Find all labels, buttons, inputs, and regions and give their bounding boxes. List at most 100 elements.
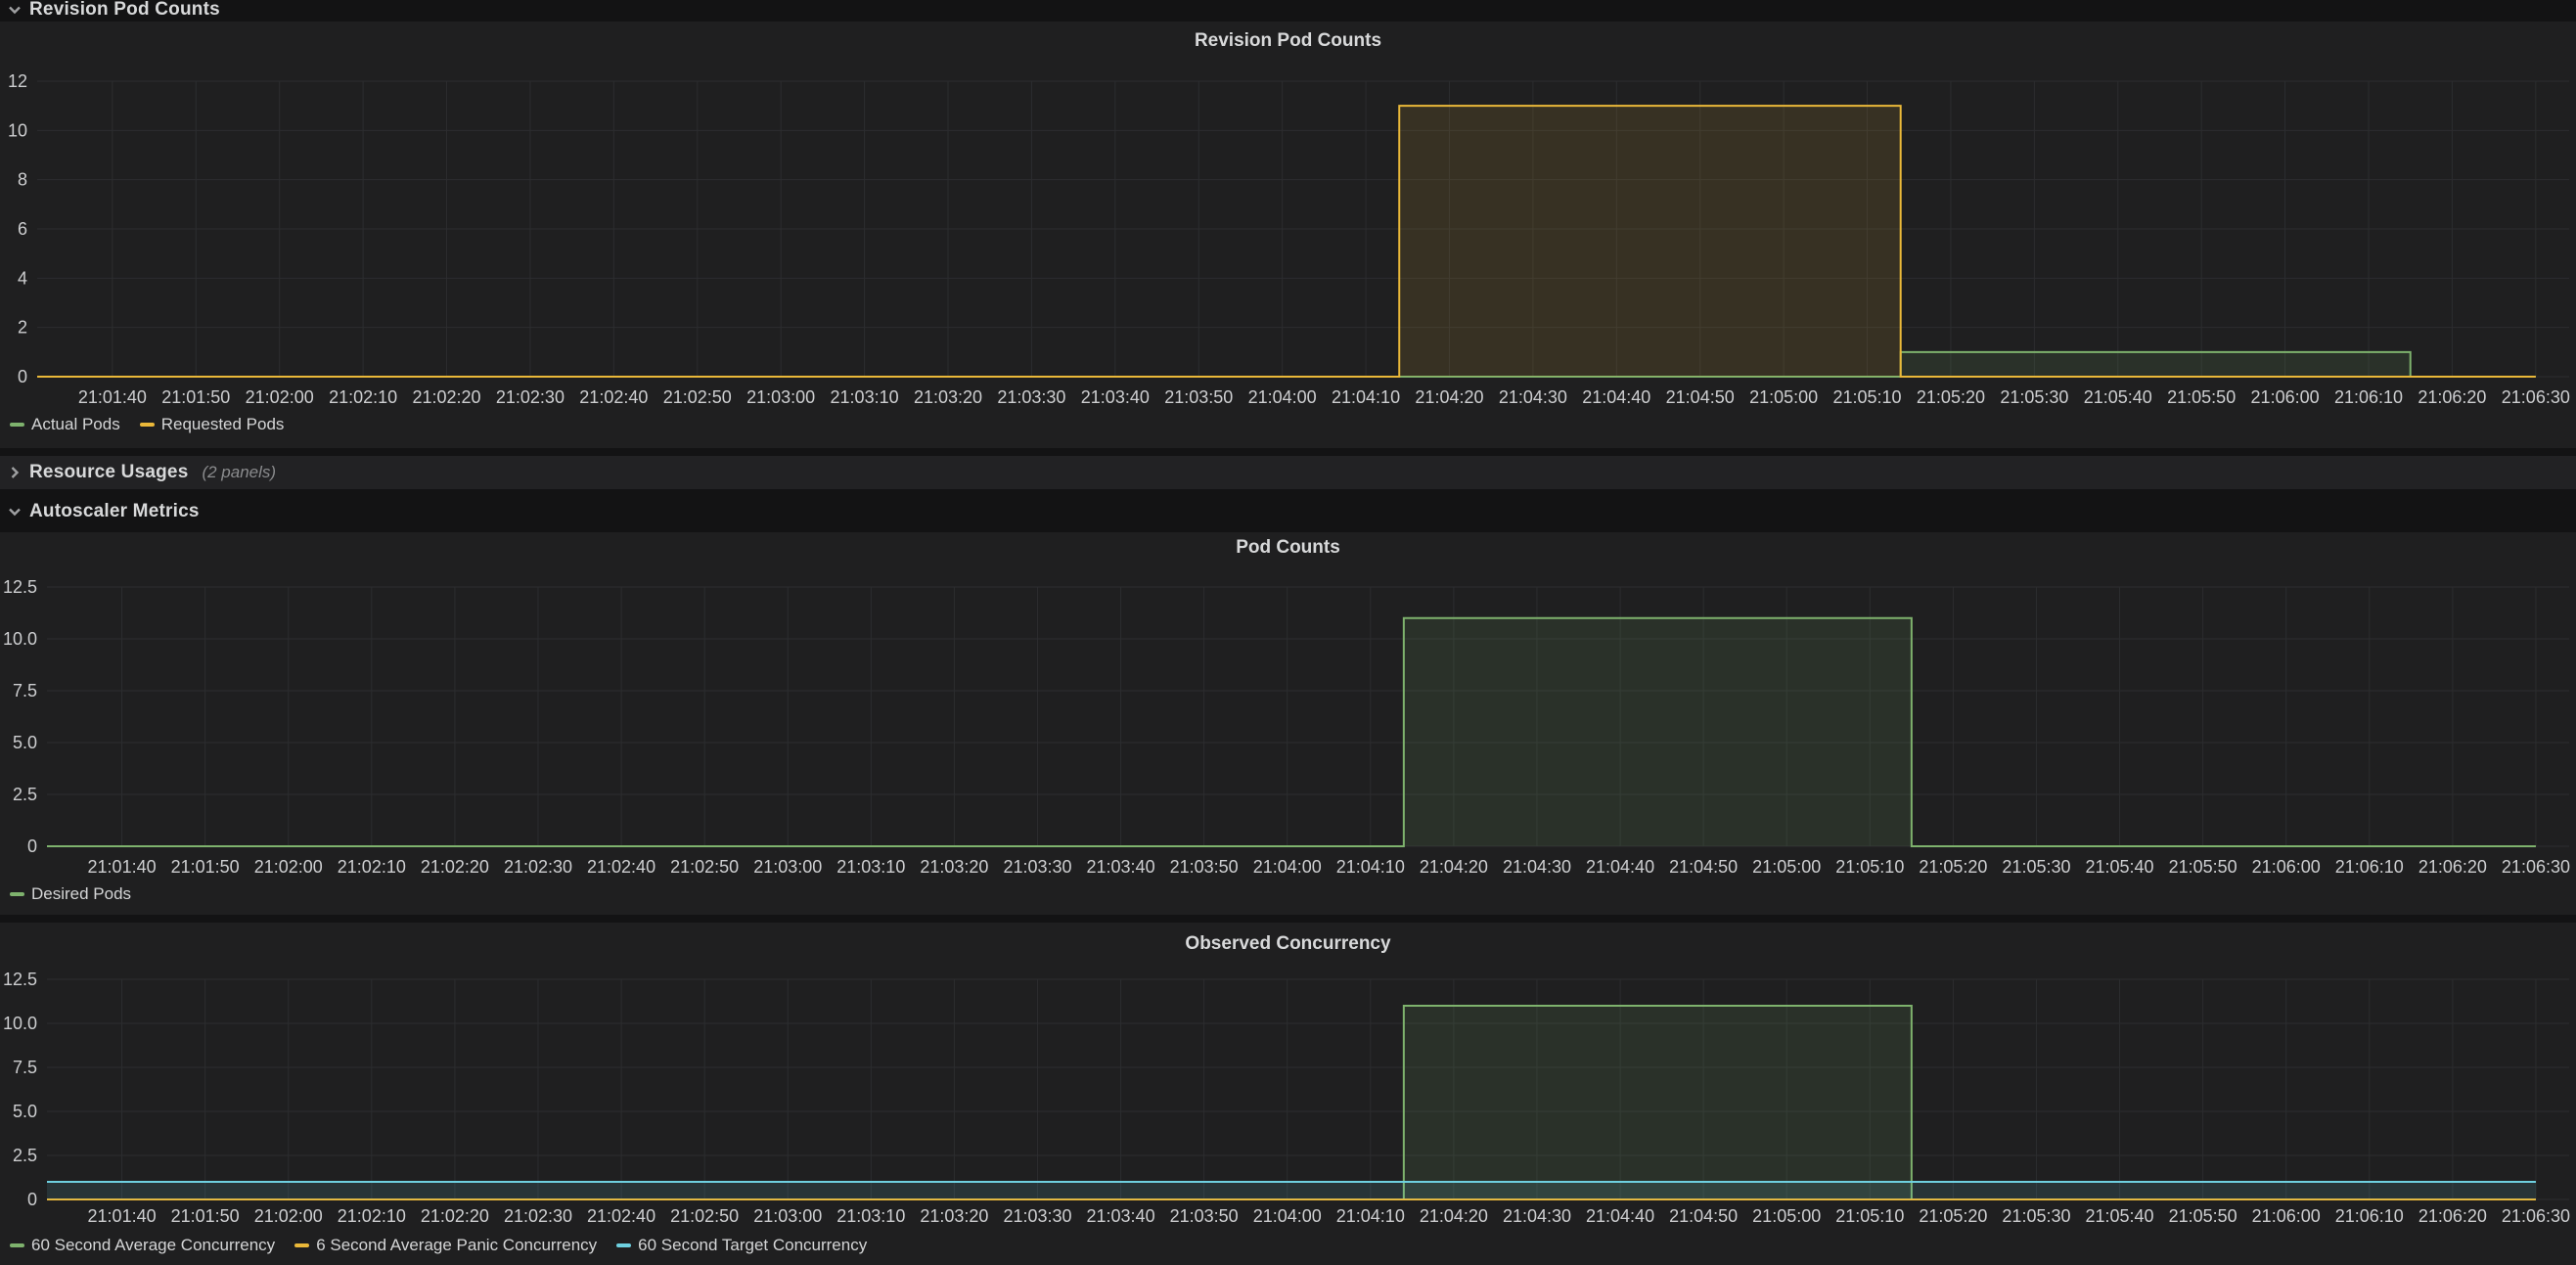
y-tick-label: 4 (18, 268, 27, 288)
x-tick-label: 21:01:40 (88, 857, 157, 877)
series-fill (47, 618, 2536, 846)
section-header-resource-usages[interactable]: Resource Usages (2 panels) (0, 456, 2576, 489)
x-tick-label: 21:04:50 (1669, 1206, 1738, 1226)
legend-label: 60 Second Target Concurrency (638, 1236, 867, 1255)
x-tick-label: 21:01:50 (171, 857, 240, 877)
x-tick-label: 21:06:00 (2252, 857, 2321, 877)
x-tick-label: 21:04:40 (1582, 387, 1650, 407)
x-tick-label: 21:06:00 (2252, 1206, 2321, 1226)
section-label: Resource Usages (29, 462, 188, 483)
pod-counts-plot[interactable]: 02.55.07.510.012.521:01:4021:01:5021:02:… (0, 532, 2576, 915)
grid (47, 587, 2569, 846)
x-tick-label: 21:04:30 (1499, 387, 1567, 407)
x-tick-label: 21:04:20 (1420, 857, 1488, 877)
section-panel-count: (2 panels) (202, 463, 276, 482)
panel-revision-pod-counts: Revision Pod Counts 02468101221:01:4021:… (0, 22, 2576, 448)
y-tick-label: 2.5 (13, 785, 37, 804)
x-tick-label: 21:02:00 (254, 857, 323, 877)
legend-swatch (10, 423, 24, 427)
x-tick-label: 21:04:30 (1503, 857, 1571, 877)
x-tick-label: 21:03:40 (1081, 387, 1150, 407)
y-tick-label: 5.0 (13, 733, 37, 752)
chevron-right-icon (0, 465, 29, 480)
x-tick-label: 21:06:10 (2335, 857, 2404, 877)
observed-concurrency-legend: 60 Second Average Concurrency 6 Second Av… (10, 1236, 867, 1255)
legend-item[interactable]: 60 Second Average Concurrency (10, 1236, 275, 1255)
x-tick-label: 21:05:00 (1752, 857, 1821, 877)
x-tick-label: 21:02:50 (670, 1206, 739, 1226)
legend-item[interactable]: 60 Second Target Concurrency (616, 1236, 867, 1255)
x-tick-label: 21:05:20 (1919, 1206, 1987, 1226)
x-tick-label: 21:06:20 (2418, 1206, 2487, 1226)
x-tick-label: 21:02:40 (579, 387, 648, 407)
x-tick-label: 21:02:50 (670, 857, 739, 877)
x-axis-labels: 21:01:4021:01:5021:02:0021:02:1021:02:20… (88, 1206, 2570, 1226)
x-axis-labels: 21:01:4021:01:5021:02:0021:02:1021:02:20… (88, 857, 2570, 877)
x-tick-label: 21:02:10 (338, 857, 406, 877)
x-tick-label: 21:03:00 (753, 857, 822, 877)
x-tick-label: 21:02:30 (504, 1206, 572, 1226)
x-tick-label: 21:04:50 (1669, 857, 1738, 877)
x-tick-label: 21:03:30 (1003, 857, 1071, 877)
legend-item[interactable]: Actual Pods (10, 415, 120, 434)
y-tick-label: 8 (18, 170, 27, 190)
x-tick-label: 21:03:50 (1170, 1206, 1239, 1226)
x-tick-label: 21:05:50 (2169, 857, 2237, 877)
y-tick-label: 6 (18, 219, 27, 239)
x-tick-label: 21:06:30 (2502, 387, 2570, 407)
x-tick-label: 21:02:00 (246, 387, 314, 407)
series-fill (47, 1182, 2536, 1199)
x-tick-label: 21:05:20 (1917, 387, 1985, 407)
legend-swatch (140, 423, 155, 427)
revision-pod-counts-plot[interactable]: 02468101221:01:4021:01:5021:02:0021:02:1… (0, 22, 2576, 448)
x-tick-label: 21:03:20 (920, 1206, 988, 1226)
x-tick-label: 21:03:30 (1003, 1206, 1071, 1226)
observed-concurrency-plot[interactable]: 02.55.07.510.012.521:01:4021:01:5021:02:… (0, 923, 2576, 1265)
x-tick-label: 21:04:40 (1586, 857, 1654, 877)
x-tick-label: 21:05:50 (2169, 1206, 2237, 1226)
x-tick-label: 21:02:40 (587, 857, 655, 877)
x-tick-label: 21:05:30 (2000, 387, 2068, 407)
y-tick-label: 2.5 (13, 1146, 37, 1165)
x-tick-label: 21:02:30 (496, 387, 565, 407)
x-tick-label: 21:02:20 (421, 1206, 489, 1226)
series-fill (47, 1006, 2536, 1199)
y-tick-label: 5.0 (13, 1102, 37, 1121)
section-header-autoscaler-metrics[interactable]: Autoscaler Metrics (0, 495, 2576, 528)
x-tick-label: 21:05:50 (2167, 387, 2236, 407)
x-tick-label: 21:04:30 (1503, 1206, 1571, 1226)
series-line (37, 106, 2536, 377)
series-fill (37, 106, 2536, 377)
legend-label: Desired Pods (31, 884, 131, 904)
grid (47, 979, 2569, 1199)
x-tick-label: 21:06:10 (2335, 1206, 2404, 1226)
x-tick-label: 21:01:50 (171, 1206, 240, 1226)
y-tick-label: 12.5 (3, 577, 37, 597)
x-tick-label: 21:03:20 (920, 857, 988, 877)
x-tick-label: 21:03:40 (1087, 857, 1155, 877)
x-tick-label: 21:05:00 (1749, 387, 1818, 407)
x-tick-label: 21:03:50 (1164, 387, 1233, 407)
x-tick-label: 21:05:40 (2086, 1206, 2154, 1226)
legend-item[interactable]: 6 Second Average Panic Concurrency (294, 1236, 597, 1255)
legend-item[interactable]: Desired Pods (10, 884, 131, 904)
x-tick-label: 21:02:30 (504, 857, 572, 877)
x-tick-label: 21:03:40 (1087, 1206, 1155, 1226)
x-tick-label: 21:04:00 (1253, 1206, 1322, 1226)
legend-swatch (10, 1243, 24, 1247)
section-label: Autoscaler Metrics (29, 501, 200, 522)
x-tick-label: 21:03:10 (836, 1206, 905, 1226)
x-tick-label: 21:06:30 (2502, 1206, 2570, 1226)
legend-item[interactable]: Requested Pods (140, 415, 285, 434)
pod-counts-legend: Desired Pods (10, 884, 131, 904)
x-tick-label: 21:06:20 (2418, 857, 2487, 877)
y-tick-label: 7.5 (13, 681, 37, 700)
y-tick-label: 0 (27, 836, 37, 856)
y-tick-label: 10.0 (3, 1014, 37, 1033)
x-tick-label: 21:05:10 (1832, 387, 1901, 407)
y-axis-labels: 024681012 (8, 71, 27, 386)
x-tick-label: 21:05:10 (1835, 857, 1904, 877)
x-tick-label: 21:03:20 (914, 387, 982, 407)
x-tick-label: 21:03:00 (746, 387, 815, 407)
section-header-revision-pod-counts[interactable]: Revision Pod Counts (0, 0, 2576, 20)
